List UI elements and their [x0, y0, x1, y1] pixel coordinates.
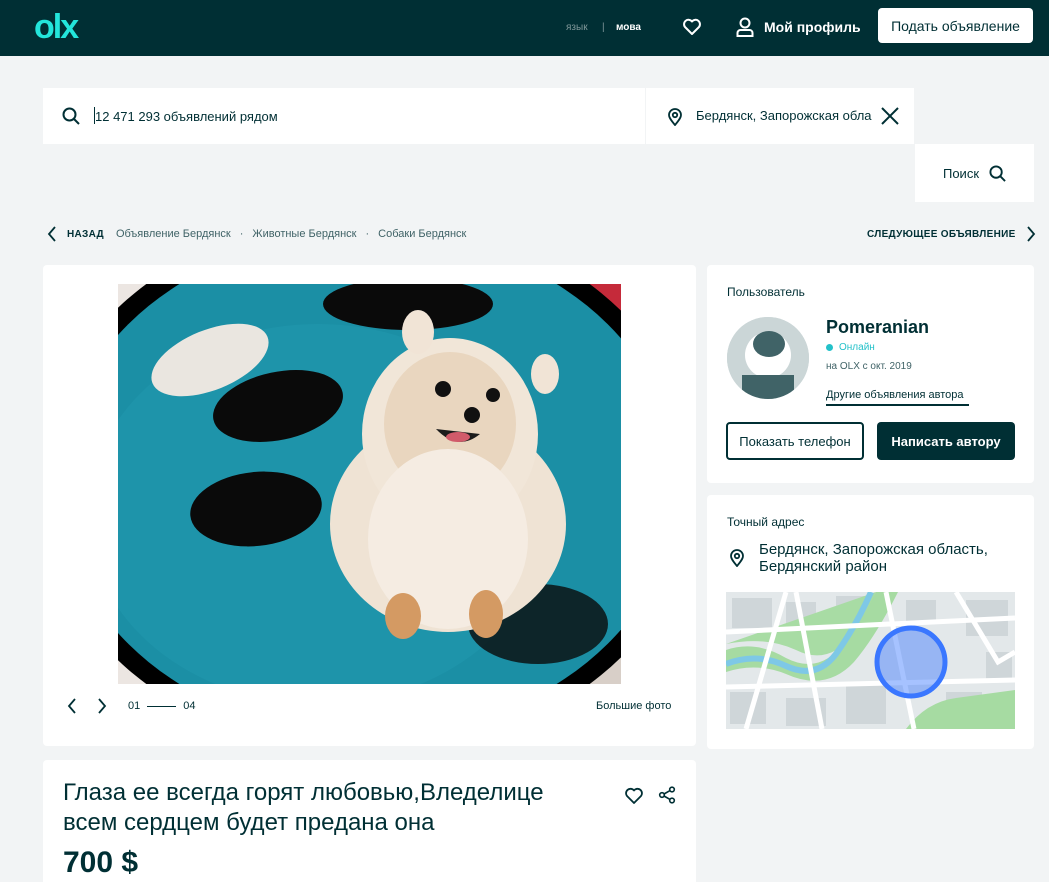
chevron-right-icon[interactable] — [96, 697, 108, 715]
search-bar[interactable] — [43, 88, 645, 144]
seller-section-label: Пользователь — [727, 285, 805, 299]
profile-label: Мой профиль — [764, 19, 861, 35]
online-dot — [826, 344, 833, 351]
heart-icon[interactable] — [682, 17, 702, 37]
olx-logo[interactable]: olx — [34, 11, 98, 45]
seller-name[interactable]: Pomeranian — [826, 317, 929, 338]
chevron-right-icon — [1026, 226, 1035, 242]
breadcrumb-item[interactable]: Собаки Бердянск — [378, 228, 466, 240]
next-ad-link[interactable]: СЛЕДУЮЩЕЕ ОБЪЯВЛЕНИЕ — [867, 226, 1036, 242]
ad-title: Глаза ее всегда горят любовью,Вледелице … — [63, 779, 544, 836]
location-map[interactable] — [726, 592, 1015, 729]
search-button-label: Поиск — [942, 165, 980, 181]
breadcrumb-separator: · — [239, 228, 244, 240]
share-icon[interactable] — [658, 786, 676, 804]
counter-line — [147, 705, 177, 707]
breadcrumb-item[interactable]: Объявление Бердянск — [116, 228, 231, 240]
photo-gallery: 01 04 Большие фото — [43, 265, 696, 746]
breadcrumb-item[interactable]: Животные Бердянск — [252, 228, 356, 240]
location-field[interactable]: Бердянск, Запорожская обла — [646, 88, 914, 144]
lang-ru-link[interactable]: язык — [566, 22, 588, 33]
next-ad-label: СЛЕДУЮЩЕЕ ОБЪЯВЛЕНИЕ — [867, 228, 1016, 240]
photo-counter: 01 04 — [128, 700, 196, 712]
online-status: Онлайн — [826, 342, 875, 353]
other-ads-link[interactable]: Другие объявления автора — [826, 389, 969, 406]
address-section-label: Точный адрес — [727, 515, 805, 529]
photo-current: 01 — [128, 700, 141, 712]
top-header: olx язык | мова Мой профиль Подать объяв… — [0, 0, 1049, 56]
search-icon — [62, 107, 80, 125]
my-profile-link[interactable]: Мой профиль — [736, 15, 861, 39]
show-phone-button[interactable]: Показать телефон — [726, 422, 864, 460]
big-photos-link[interactable]: Большие фото — [596, 700, 671, 712]
search-icon — [989, 164, 1006, 182]
search-input[interactable] — [95, 105, 625, 127]
pin-icon — [730, 549, 744, 567]
pin-icon — [668, 108, 682, 126]
photo-total: 04 — [183, 700, 196, 712]
location-value: Бердянск, Запорожская обла — [696, 108, 872, 123]
svg-text:olx: olx — [34, 11, 79, 45]
lang-ua-link[interactable]: мова — [616, 22, 641, 33]
user-icon — [736, 17, 754, 37]
ad-price: 700 $ — [63, 846, 139, 879]
avatar[interactable] — [727, 317, 809, 399]
online-label: Онлайн — [839, 342, 875, 353]
heart-icon[interactable] — [624, 786, 644, 806]
close-icon[interactable] — [881, 107, 899, 125]
back-link[interactable]: НАЗАД — [67, 229, 104, 240]
breadcrumb-separator: · — [365, 228, 370, 240]
chevron-left-icon[interactable] — [66, 697, 78, 715]
lang-separator: | — [602, 22, 605, 33]
ad-photo[interactable] — [118, 284, 621, 684]
member-since: на OLX с окт. 2019 — [826, 361, 912, 372]
post-ad-button[interactable]: Подать объявление — [878, 8, 1033, 43]
ad-title-card: Глаза ее всегда горят любовью,Вледелице … — [43, 760, 696, 882]
chevron-left-icon[interactable] — [47, 226, 57, 242]
write-author-button[interactable]: Написать автору — [877, 422, 1015, 460]
seller-card: Пользователь Pomeranian Онлайн на OLX с … — [707, 265, 1034, 483]
address-text: Бердянск, Запорожская область, Бердянски… — [759, 541, 988, 575]
address-card: Точный адрес Бердянск, Запорожская облас… — [707, 495, 1034, 749]
search-button[interactable]: Поиск — [915, 144, 1034, 202]
breadcrumb: НАЗАД Объявление Бердянск · Животные Бер… — [47, 226, 466, 242]
